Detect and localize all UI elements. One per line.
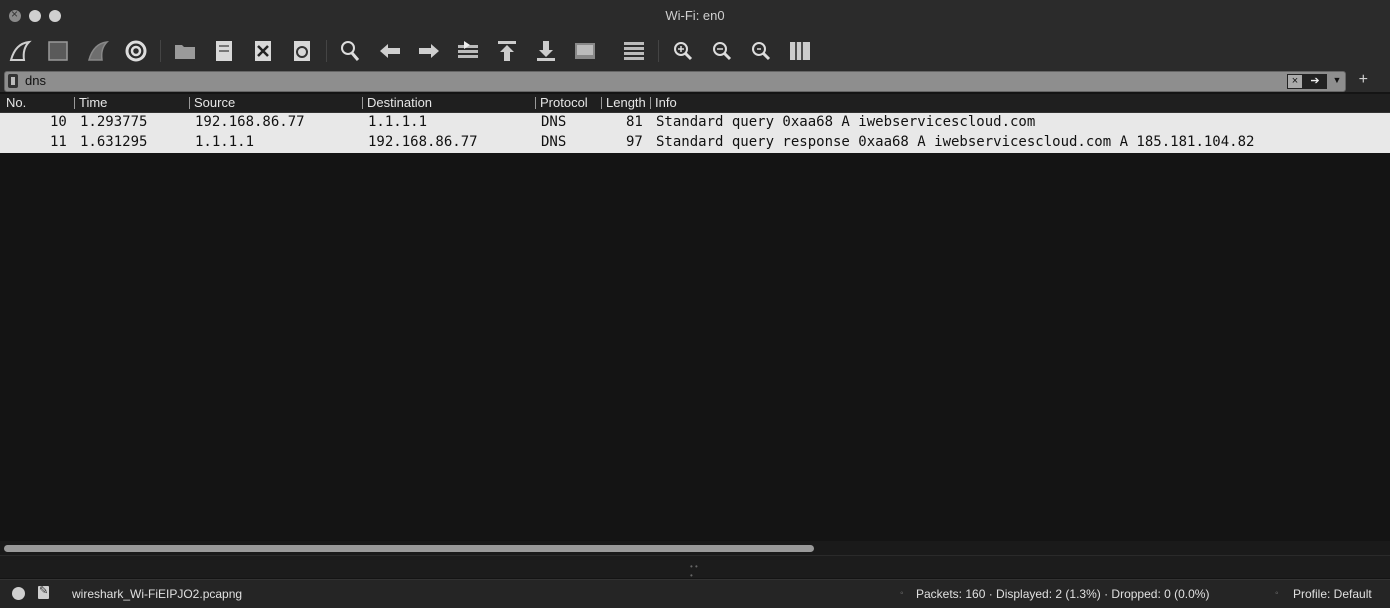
add-filter-button-icon[interactable]: + xyxy=(1359,71,1368,89)
zoom-out-icon[interactable] xyxy=(708,37,736,65)
packet-row[interactable]: 10 1.293775 192.168.86.77 1.1.1.1 DNS 81… xyxy=(0,113,1390,133)
zoom-in-icon[interactable] xyxy=(669,37,697,65)
cell-time: 1.293775 xyxy=(80,114,148,130)
go-first-packet-icon[interactable] xyxy=(493,37,521,65)
auto-scroll-icon[interactable] xyxy=(571,37,599,65)
cell-source: 1.1.1.1 xyxy=(195,134,255,150)
colorize-icon[interactable] xyxy=(620,37,648,65)
normal-size-icon[interactable] xyxy=(747,37,775,65)
expert-info-icon[interactable] xyxy=(12,587,25,600)
open-folder-icon[interactable] xyxy=(171,37,199,65)
packet-row[interactable]: 11 1.631295 1.1.1.1 192.168.86.77 DNS 97… xyxy=(0,133,1390,153)
display-filter-bar: dns × ➔ ▼ + xyxy=(0,70,1390,92)
stop-square-icon[interactable] xyxy=(44,37,72,65)
cell-protocol: DNS xyxy=(541,114,567,130)
column-header-length[interactable]: Length xyxy=(606,95,646,110)
cell-time: 1.631295 xyxy=(80,134,148,150)
apply-filter-arrow-icon[interactable]: ➔ xyxy=(1303,74,1327,89)
horizontal-scrollbar[interactable] xyxy=(0,541,1390,555)
save-file-icon[interactable] xyxy=(210,37,238,65)
go-forward-arrow-icon[interactable] xyxy=(415,37,443,65)
cell-no: 10 xyxy=(50,114,67,130)
cell-protocol: DNS xyxy=(541,134,567,150)
packet-list-header: No. Time Source Destination Protocol Len… xyxy=(0,94,1390,113)
status-separator-icon: ◦ xyxy=(1275,588,1279,599)
profile-label[interactable]: Profile: Default xyxy=(1293,587,1372,601)
cell-no: 11 xyxy=(50,134,67,150)
resize-columns-icon[interactable] xyxy=(786,37,814,65)
packet-counts: Packets: 160 · Displayed: 2 (1.3%) · Dro… xyxy=(916,587,1210,601)
filter-history-chevron-icon[interactable]: ▼ xyxy=(1331,74,1343,87)
main-toolbar xyxy=(0,32,1390,70)
go-back-arrow-icon[interactable] xyxy=(376,37,404,65)
splitter-handle-icon[interactable]: • • • xyxy=(690,562,700,580)
close-file-icon[interactable] xyxy=(249,37,277,65)
column-header-time[interactable]: Time xyxy=(79,95,107,110)
title-bar: Wi-Fi: en0 xyxy=(0,0,1390,33)
column-header-info[interactable]: Info xyxy=(655,95,677,110)
display-filter-input[interactable]: dns × ➔ ▼ xyxy=(4,71,1346,92)
cell-source: 192.168.86.77 xyxy=(195,114,305,130)
capture-comment-icon[interactable] xyxy=(38,584,49,599)
status-bar: wireshark_Wi-FiEIPJO2.pcapng ◦ Packets: … xyxy=(0,579,1390,608)
column-header-no[interactable]: No. xyxy=(6,95,26,110)
cell-destination: 1.1.1.1 xyxy=(368,114,428,130)
find-packet-icon[interactable] xyxy=(336,37,364,65)
go-to-packet-icon[interactable] xyxy=(454,37,482,65)
status-separator-icon: ◦ xyxy=(900,588,904,599)
cell-destination: 192.168.86.77 xyxy=(368,134,478,150)
scrollbar-thumb[interactable] xyxy=(4,545,814,552)
cell-info: Standard query response 0xaa68 A iwebser… xyxy=(656,134,1255,150)
cell-info: Standard query 0xaa68 A iwebservicesclou… xyxy=(656,114,1036,130)
reload-file-icon[interactable] xyxy=(288,37,316,65)
shark-fin-restart-icon[interactable] xyxy=(84,37,112,65)
go-last-packet-icon[interactable] xyxy=(532,37,560,65)
pane-divider[interactable]: • • • xyxy=(0,555,1390,580)
capture-file-name: wireshark_Wi-FiEIPJO2.pcapng xyxy=(72,587,243,601)
filter-bookmark-icon[interactable] xyxy=(8,74,18,88)
filter-text[interactable]: dns xyxy=(25,73,46,88)
column-header-source[interactable]: Source xyxy=(194,95,235,110)
window-title: Wi-Fi: en0 xyxy=(665,8,725,23)
cell-length: 81 xyxy=(626,114,643,130)
capture-options-gear-icon[interactable] xyxy=(122,37,150,65)
shark-fin-start-icon[interactable] xyxy=(6,37,34,65)
column-header-protocol[interactable]: Protocol xyxy=(540,95,588,110)
column-header-destination[interactable]: Destination xyxy=(367,95,432,110)
cell-length: 97 xyxy=(626,134,643,150)
clear-filter-icon[interactable]: × xyxy=(1287,74,1303,89)
